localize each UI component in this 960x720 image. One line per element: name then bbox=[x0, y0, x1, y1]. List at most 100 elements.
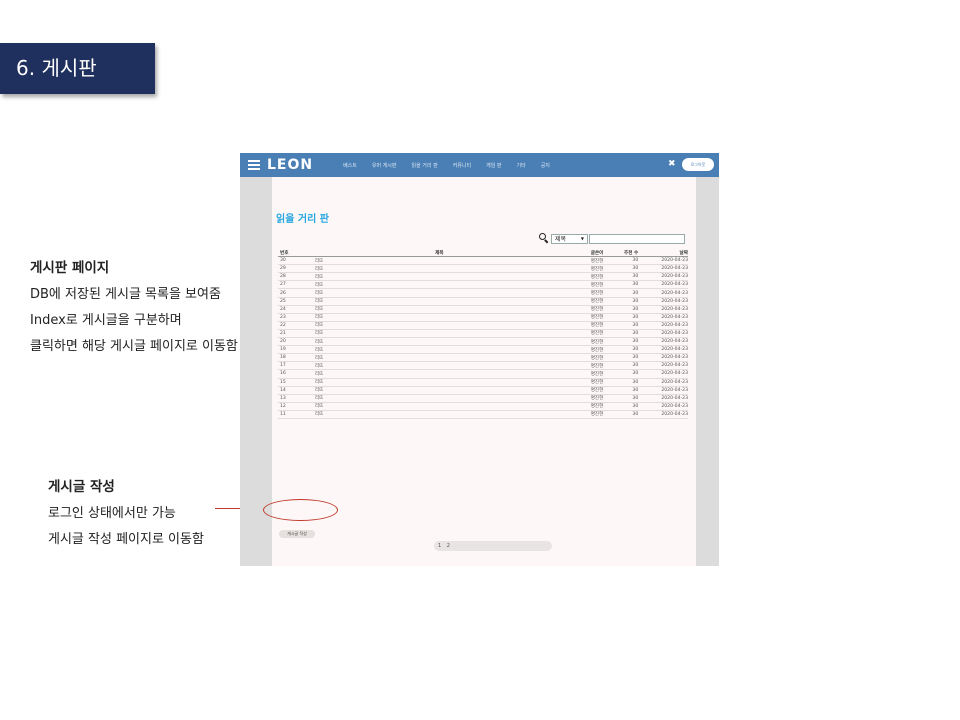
post-author: 명진현 bbox=[590, 274, 604, 280]
table-row[interactable]: 24 리뜨 명진현 30 2020-04-23 bbox=[278, 306, 688, 314]
post-number: 13 bbox=[280, 395, 286, 401]
post-number: 30 bbox=[280, 258, 286, 264]
post-title[interactable]: 리뜨 bbox=[315, 322, 534, 328]
post-author: 명진현 bbox=[590, 331, 604, 337]
post-title[interactable]: 리뜨 bbox=[315, 387, 534, 393]
search-input[interactable] bbox=[589, 233, 685, 244]
table-row[interactable]: 19 리뜨 명진현 30 2020-04-23 bbox=[278, 346, 688, 355]
post-title[interactable]: 리뜨 bbox=[315, 258, 534, 264]
post-title[interactable]: 리뜨 bbox=[315, 330, 534, 336]
post-recommend-count: 30 bbox=[632, 403, 639, 409]
post-author: 명진현 bbox=[590, 307, 604, 313]
post-author: 명진현 bbox=[590, 339, 604, 345]
post-number: 20 bbox=[280, 339, 286, 345]
table-row[interactable]: 22 리뜨 명진현 30 2020-04-23 bbox=[278, 322, 688, 330]
nav-item[interactable]: 읽을 거리 판 bbox=[412, 162, 438, 169]
nav-item[interactable]: 기타 bbox=[517, 162, 526, 169]
post-title[interactable]: 리뜨 bbox=[315, 379, 534, 385]
annotation-circle bbox=[263, 499, 338, 521]
post-date: 2020-04-23 bbox=[661, 282, 689, 288]
post-author: 명진현 bbox=[590, 323, 604, 329]
post-title[interactable]: 리뜨 bbox=[315, 411, 534, 417]
page-link[interactable]: 2 bbox=[447, 543, 450, 549]
table-row[interactable]: 12 리뜨 명진현 30 2020-04-23 bbox=[278, 403, 688, 411]
post-title[interactable]: 리뜨 bbox=[315, 355, 534, 361]
post-title[interactable]: 리뜨 bbox=[315, 274, 534, 280]
post-title[interactable]: 리뜨 bbox=[315, 266, 534, 272]
post-recommend-count: 30 bbox=[632, 298, 639, 304]
column-header: 번호 bbox=[280, 250, 289, 256]
post-date: 2020-04-23 bbox=[661, 266, 689, 272]
table-row[interactable]: 28 리뜨 명진현 30 2020-04-23 bbox=[278, 273, 688, 282]
post-title[interactable]: 리뜨 bbox=[315, 306, 534, 312]
table-row[interactable]: 11 리뜨 명진현 30 2020-04-23 bbox=[278, 411, 688, 419]
post-number: 12 bbox=[280, 403, 286, 409]
post-recommend-count: 30 bbox=[632, 387, 639, 393]
shuffle-icon[interactable]: ✖ bbox=[668, 159, 676, 169]
post-date: 2020-04-23 bbox=[661, 387, 689, 393]
post-number: 25 bbox=[280, 298, 286, 304]
post-recommend-count: 30 bbox=[632, 266, 639, 272]
post-title[interactable]: 리뜨 bbox=[315, 371, 534, 377]
post-recommend-count: 30 bbox=[632, 347, 639, 353]
post-recommend-count: 30 bbox=[632, 282, 639, 288]
nav-item[interactable]: 유머 게시판 bbox=[372, 162, 397, 169]
post-title[interactable]: 리뜨 bbox=[315, 403, 534, 409]
table-row[interactable]: 21 리뜨 명진현 30 2020-04-23 bbox=[278, 330, 688, 339]
table-row[interactable]: 29 리뜨 명진현 30 2020-04-23 bbox=[278, 265, 689, 274]
post-author: 명진현 bbox=[590, 412, 604, 418]
post-title[interactable]: 리뜨 bbox=[315, 339, 534, 345]
table-row[interactable]: 13 리뜨 명진현 30 2020-04-23 bbox=[278, 395, 688, 403]
site-logo[interactable]: LEON bbox=[267, 157, 313, 173]
table-row[interactable]: 17 리뜨 명진현 30 2020-04-23 bbox=[278, 362, 688, 371]
table-row[interactable]: 26 리뜨 명진현 30 2020-04-23 bbox=[278, 289, 688, 298]
post-title[interactable]: 리뜨 bbox=[315, 290, 534, 296]
caret-down-icon: ▼ bbox=[580, 236, 584, 241]
post-date: 2020-04-23 bbox=[661, 298, 689, 304]
logout-button[interactable]: 로그아웃 bbox=[682, 158, 714, 171]
post-recommend-count: 30 bbox=[632, 306, 639, 312]
table-row[interactable]: 23 리뜨 명진현 30 2020-04-23 bbox=[278, 314, 688, 322]
table-row[interactable]: 18 리뜨 명진현 30 2020-04-23 bbox=[278, 354, 688, 363]
post-author: 명진현 bbox=[590, 282, 604, 288]
nav-item[interactable]: 베스트 bbox=[343, 162, 357, 169]
nav-item[interactable]: 공지 bbox=[541, 162, 550, 169]
table-row[interactable]: 30 리뜨 명진현 30 2020-04-23 bbox=[278, 257, 688, 266]
column-header: 글쓴이 bbox=[590, 250, 604, 256]
write-post-note-line: 로그인 상태에서만 가능 bbox=[48, 506, 176, 521]
board-page-note: 게시판 페이지 DB에 저장된 게시글 목록을 보여줌 Index로 게시글을 … bbox=[30, 256, 238, 360]
post-recommend-count: 30 bbox=[632, 330, 639, 336]
nav-item[interactable]: 커뮤니티 bbox=[453, 162, 471, 169]
write-post-button[interactable]: 게시글 작성 bbox=[279, 530, 315, 538]
table-row[interactable]: 25 리뜨 명진현 30 2020-04-23 bbox=[278, 298, 688, 306]
hamburger-menu-icon[interactable] bbox=[248, 160, 260, 170]
post-number: 17 bbox=[280, 363, 286, 369]
nav-item[interactable]: 게임 판 bbox=[486, 162, 501, 169]
table-header: 번호 제목 글쓴이 추천 수 날짜 bbox=[278, 249, 688, 258]
table-row[interactable]: 20 리뜨 명진현 30 2020-04-23 bbox=[278, 338, 689, 347]
post-title[interactable]: 리뜨 bbox=[315, 314, 534, 320]
search-type-select[interactable]: 제목 ▼ bbox=[551, 233, 588, 244]
post-author: 명진현 bbox=[590, 299, 604, 305]
search-type-value: 제목 bbox=[555, 236, 567, 243]
post-title[interactable]: 리뜨 bbox=[315, 298, 534, 304]
post-title[interactable]: 리뜨 bbox=[315, 347, 534, 353]
table-row[interactable]: 14 리뜨 명진현 30 2020-04-23 bbox=[278, 387, 688, 395]
search-icon[interactable] bbox=[539, 233, 550, 244]
post-number: 23 bbox=[280, 314, 286, 320]
board-title: 읽을 거리 판 bbox=[276, 214, 329, 225]
table-row[interactable]: 16 리뜨 명진현 30 2020-04-23 bbox=[278, 370, 688, 379]
post-author: 명진현 bbox=[590, 404, 604, 410]
post-recommend-count: 30 bbox=[632, 290, 639, 296]
post-title[interactable]: 리뜨 bbox=[315, 395, 534, 401]
post-recommend-count: 30 bbox=[632, 363, 639, 369]
post-date: 2020-04-23 bbox=[661, 339, 689, 345]
post-title[interactable]: 리뜨 bbox=[315, 363, 534, 369]
post-author: 명진현 bbox=[590, 371, 604, 377]
post-author: 명진현 bbox=[590, 396, 604, 402]
page-link[interactable]: 1 bbox=[438, 543, 441, 549]
table-row[interactable]: 15 리뜨 명진현 30 2020-04-23 bbox=[278, 379, 688, 387]
table-row[interactable]: 27 리뜨 명진현 30 2020-04-23 bbox=[278, 281, 689, 290]
post-title[interactable]: 리뜨 bbox=[315, 282, 534, 288]
column-header: 추천 수 bbox=[623, 250, 639, 256]
